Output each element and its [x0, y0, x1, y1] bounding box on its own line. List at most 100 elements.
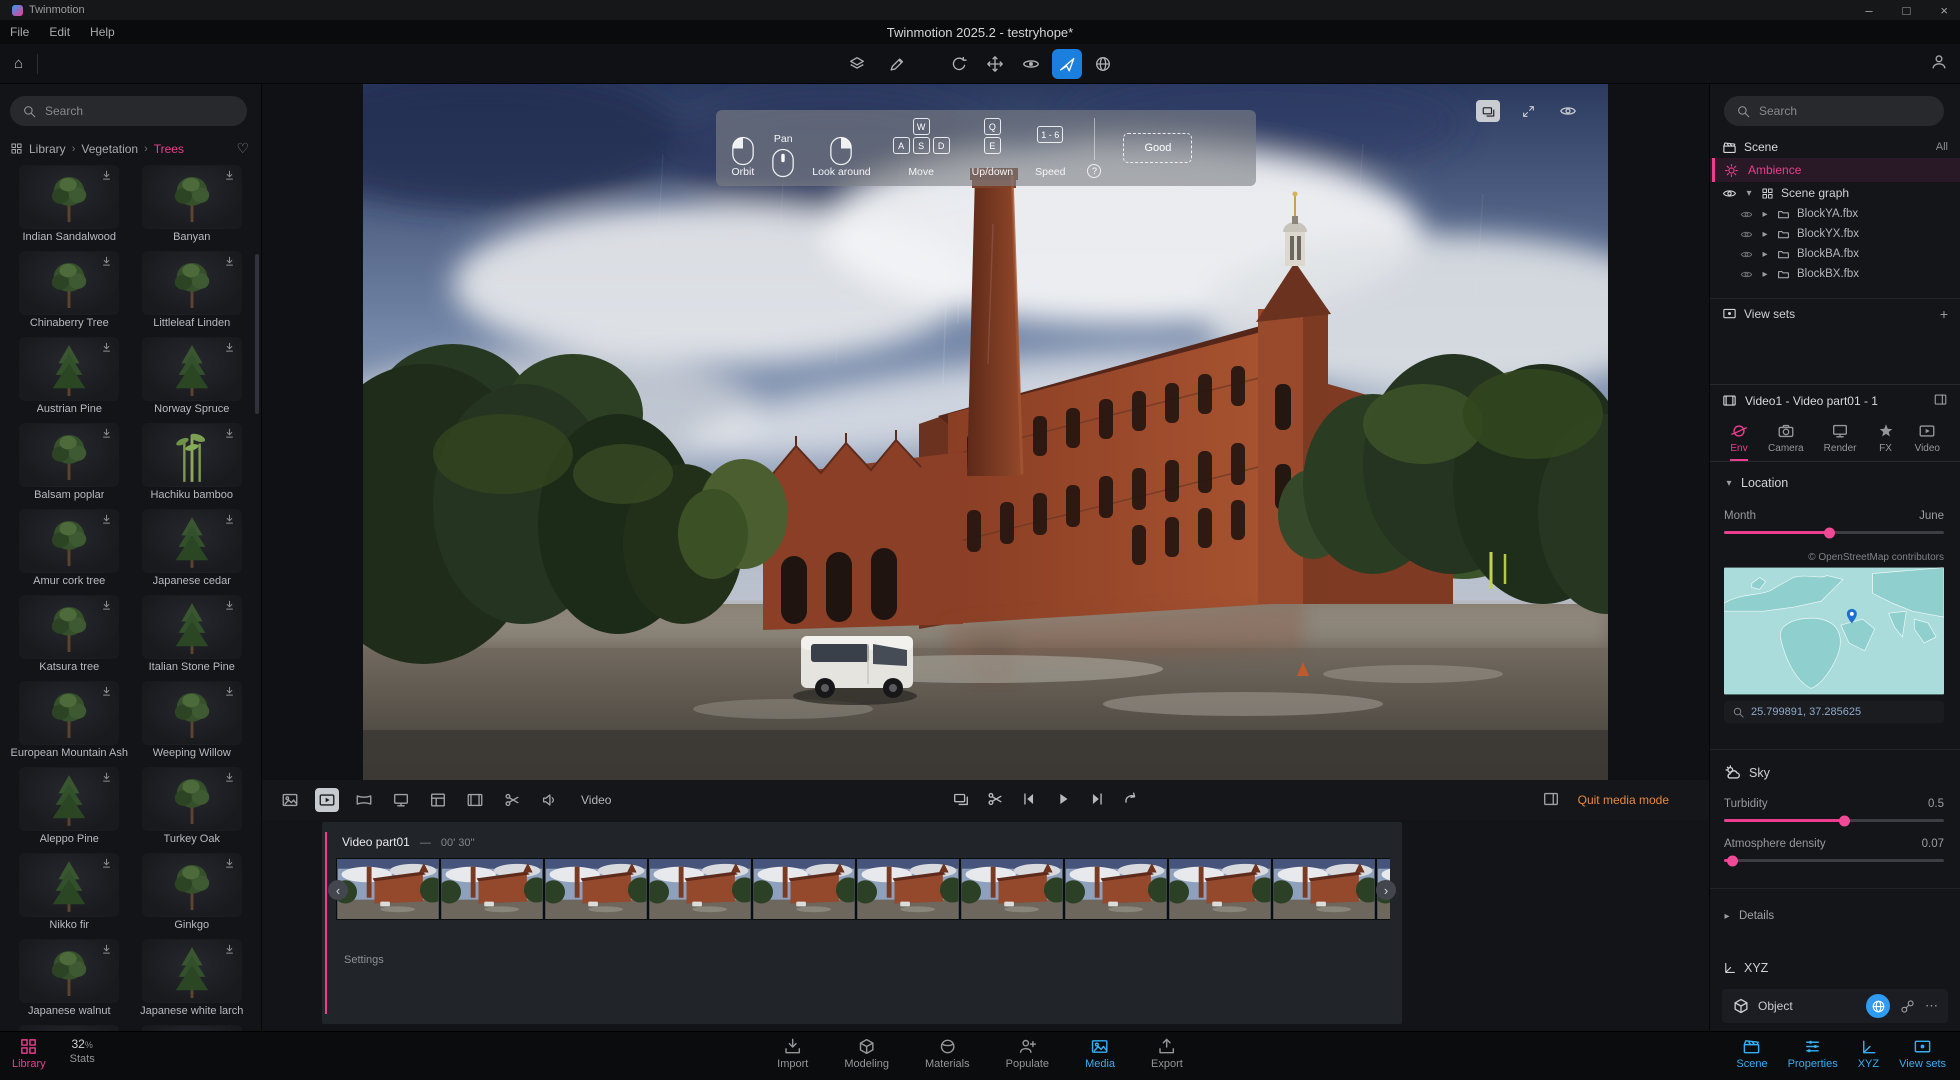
- object-row[interactable]: Object ⋯: [1722, 989, 1948, 1023]
- timeline-frame[interactable]: [752, 858, 856, 920]
- library-item-thumbnail[interactable]: [19, 337, 119, 401]
- download-icon[interactable]: [100, 857, 113, 870]
- timeline-frame[interactable]: [440, 858, 544, 920]
- download-icon[interactable]: [100, 943, 113, 956]
- library-item-thumbnail[interactable]: [19, 509, 119, 573]
- eye-icon[interactable]: [1740, 268, 1753, 281]
- caret-down-icon[interactable]: ▾: [1724, 478, 1734, 489]
- library-item[interactable]: Nikko fir: [8, 853, 131, 939]
- download-icon[interactable]: [100, 685, 113, 698]
- taskbar-viewsets-button[interactable]: View sets: [1899, 1037, 1946, 1070]
- library-item[interactable]: Austrian Pine: [8, 337, 131, 423]
- download-icon[interactable]: [223, 943, 236, 956]
- download-icon[interactable]: [223, 771, 236, 784]
- library-item-thumbnail[interactable]: [142, 939, 242, 1003]
- download-icon[interactable]: [223, 341, 236, 354]
- fly-navigation-button[interactable]: [1052, 49, 1082, 79]
- timeline-frame[interactable]: [1064, 858, 1168, 920]
- library-item-thumbnail[interactable]: [142, 681, 242, 745]
- caret-right-icon[interactable]: ▸: [1760, 269, 1770, 280]
- taskbar-populate-button[interactable]: Populate: [1006, 1037, 1049, 1070]
- scene-graph-node[interactable]: ▸ BlockYX.fbx: [1710, 224, 1960, 244]
- menu-help[interactable]: Help: [90, 25, 115, 39]
- tab-render[interactable]: Render: [1824, 422, 1857, 461]
- favorites-heart-icon[interactable]: ♡: [236, 140, 249, 157]
- menu-edit[interactable]: Edit: [49, 25, 70, 39]
- tab-camera[interactable]: Camera: [1768, 422, 1804, 461]
- coordinates-input[interactable]: [1751, 706, 1936, 718]
- detach-panel-button[interactable]: [1933, 392, 1948, 410]
- timeline-frame[interactable]: [544, 858, 648, 920]
- quit-media-mode-button[interactable]: Quit media mode: [1578, 793, 1669, 807]
- download-icon[interactable]: [100, 771, 113, 784]
- tab-fx[interactable]: FX: [1877, 422, 1895, 461]
- playhead[interactable]: [325, 832, 327, 1014]
- visibility-button[interactable]: [1556, 100, 1580, 122]
- month-slider-knob[interactable]: [1824, 527, 1835, 538]
- library-item[interactable]: Balsam poplar: [8, 423, 131, 509]
- download-icon[interactable]: [100, 599, 113, 612]
- timeline-panel-button[interactable]: [1542, 790, 1560, 811]
- library-item-thumbnail[interactable]: [142, 423, 242, 487]
- library-item[interactable]: Littleleaf Linden: [131, 251, 254, 337]
- scene-graph-node[interactable]: ▸ BlockYA.fbx: [1710, 204, 1960, 224]
- scene-graph-node[interactable]: ▸ BlockBX.fbx: [1710, 264, 1960, 284]
- library-item-thumbnail[interactable]: [19, 939, 119, 1003]
- download-icon[interactable]: [223, 599, 236, 612]
- details-expander[interactable]: ▸ Details: [1710, 903, 1960, 929]
- library-item[interactable]: Norway Spruce: [131, 337, 254, 423]
- taskbar-properties-button[interactable]: Properties: [1788, 1037, 1838, 1070]
- stats-indicator[interactable]: 32% Stats: [70, 1037, 95, 1070]
- aspect-button[interactable]: [952, 790, 970, 811]
- library-item-thumbnail[interactable]: [19, 165, 119, 229]
- video-media-button[interactable]: [315, 788, 339, 812]
- download-icon[interactable]: [223, 255, 236, 268]
- library-item-thumbnail[interactable]: [142, 509, 242, 573]
- taskbar-export-button[interactable]: Export: [1151, 1037, 1183, 1070]
- scene-search[interactable]: [1724, 96, 1944, 126]
- library-item[interactable]: Katsura tree: [8, 595, 131, 681]
- maximize-button[interactable]: □: [1903, 3, 1911, 18]
- library-item[interactable]: European Mountain Ash: [8, 681, 131, 767]
- taskbar-materials-button[interactable]: Materials: [925, 1037, 970, 1070]
- library-item-thumbnail[interactable]: [142, 251, 242, 315]
- library-item[interactable]: Italian Stone Pine: [131, 595, 254, 681]
- timeline-frame[interactable]: [648, 858, 752, 920]
- caret-right-icon[interactable]: ▸: [1760, 249, 1770, 260]
- image-media-button[interactable]: [278, 788, 302, 812]
- library-search-input[interactable]: [45, 104, 235, 118]
- viewport-render[interactable]: [363, 84, 1608, 780]
- location-map[interactable]: [1724, 567, 1944, 695]
- library-item[interactable]: Amur cork tree: [8, 509, 131, 595]
- timeline-frame[interactable]: [1272, 858, 1376, 920]
- trim-button[interactable]: [986, 790, 1004, 811]
- safe-frame-button[interactable]: [1476, 100, 1500, 122]
- close-button[interactable]: ×: [1940, 3, 1948, 18]
- viewport[interactable]: Orbit Pan Look around: [363, 84, 1608, 780]
- filmstrip-prev-button[interactable]: ‹: [328, 880, 348, 900]
- scene-item-ambience[interactable]: Ambience: [1710, 158, 1960, 182]
- world-space-button[interactable]: [1866, 994, 1890, 1018]
- download-icon[interactable]: [223, 427, 236, 440]
- eye-icon[interactable]: [1740, 208, 1753, 221]
- library-item[interactable]: Indian Sandalwood: [8, 165, 131, 251]
- download-icon[interactable]: [100, 169, 113, 182]
- download-icon[interactable]: [100, 341, 113, 354]
- nav-confirm-button[interactable]: Good: [1123, 133, 1192, 163]
- library-scrollbar[interactable]: [255, 254, 259, 414]
- download-icon[interactable]: [100, 513, 113, 526]
- timeline-frame[interactable]: [1168, 858, 1272, 920]
- download-icon[interactable]: [100, 255, 113, 268]
- previous-view-button[interactable]: [944, 49, 974, 79]
- library-item-thumbnail[interactable]: [19, 681, 119, 745]
- library-item-thumbnail[interactable]: [19, 595, 119, 659]
- library-item-thumbnail[interactable]: [19, 423, 119, 487]
- library-item[interactable]: Banyan: [131, 165, 254, 251]
- atmosphere-slider[interactable]: [1724, 859, 1944, 862]
- account-button[interactable]: [1930, 53, 1948, 74]
- view-sets-header[interactable]: View sets +: [1710, 298, 1960, 328]
- eye-icon[interactable]: [1740, 228, 1753, 241]
- download-icon[interactable]: [223, 685, 236, 698]
- location-header[interactable]: ▾ Location: [1724, 476, 1944, 490]
- download-icon[interactable]: [223, 857, 236, 870]
